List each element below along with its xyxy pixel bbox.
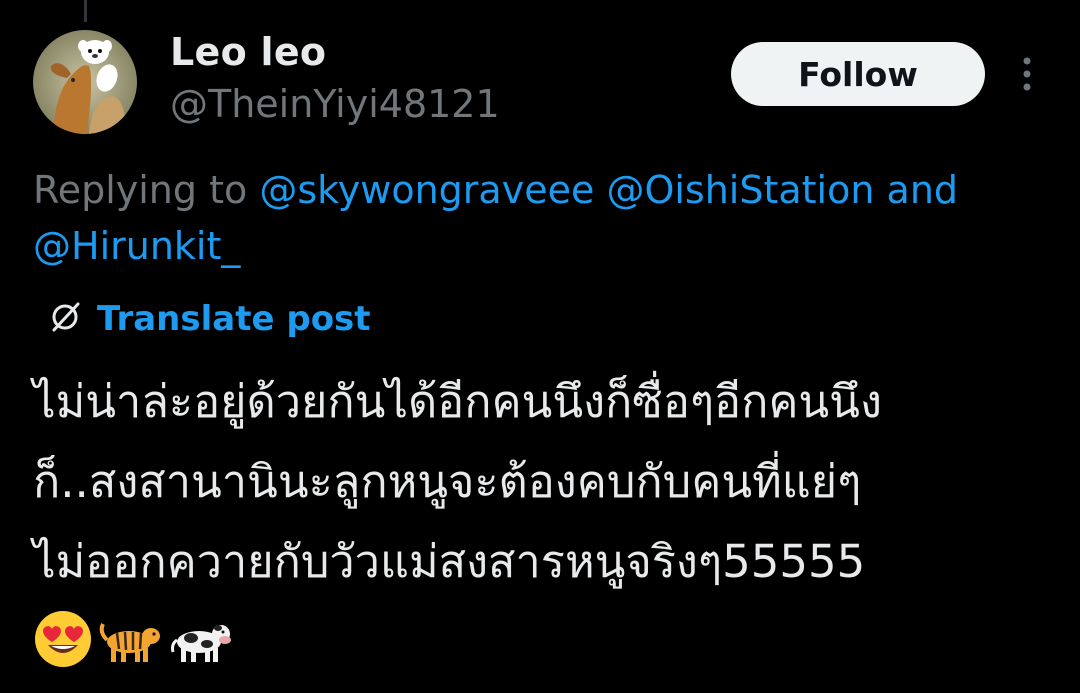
author-handle[interactable]: @TheinYiyi48121 [170, 82, 500, 126]
mention-link[interactable]: @OishiStation [606, 168, 874, 212]
translate-label: Translate post [97, 299, 371, 339]
heart-eyes-emoji-icon [33, 609, 93, 673]
thread-connector-line [84, 0, 87, 22]
tiger-emoji-icon [99, 614, 163, 668]
post-text-line: ก็..สงสานานินะลูกหนูจะต้องคบกับคนที่แย่ๆ [33, 455, 862, 508]
post-text-line: ไม่ออกควายกับวัวแม่สงสารหนูจริงๆ55555 [33, 535, 866, 588]
translate-post-link[interactable]: Translate post [45, 294, 371, 344]
reply-context: Replying to @skywongraveee @OishiStation… [33, 162, 1068, 274]
follow-button[interactable]: Follow [731, 42, 985, 106]
avatar-dog-llama-icon [33, 30, 137, 134]
more-vertical-icon[interactable] [1010, 52, 1044, 96]
post-text-line: ไม่น่าล่ะอยู่ด้วยกันได้อีกคนนึงก็ซื่อๆอี… [33, 375, 882, 428]
author-avatar[interactable] [33, 30, 137, 134]
post-emoji-row [33, 610, 233, 672]
mention-link[interactable]: @Hirunkit_ [33, 224, 240, 268]
post-body: ไม่น่าล่ะอยู่ด้วยกันได้อีกคนนึงก็ซื่อๆอี… [33, 362, 1073, 602]
mention-conjunction: and [886, 168, 959, 212]
reply-prefix: Replying to [33, 168, 248, 212]
mention-link[interactable]: @skywongraveee [259, 168, 594, 212]
author-display-name[interactable]: Leo leo [170, 30, 326, 74]
cow-emoji-icon [169, 614, 233, 668]
translate-icon [45, 297, 85, 341]
